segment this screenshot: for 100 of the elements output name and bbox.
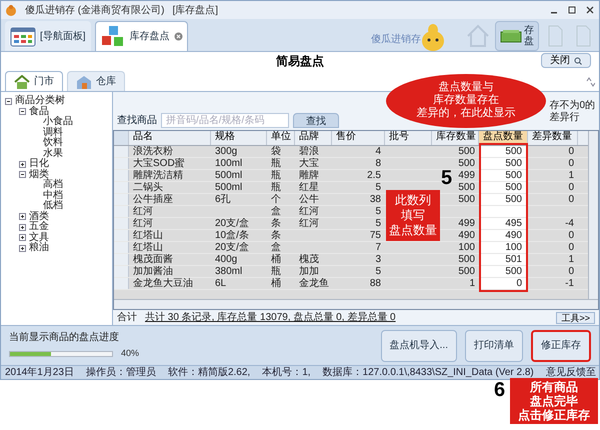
collapse-icon[interactable] xyxy=(19,108,26,116)
table-cell: 瓶 xyxy=(271,158,281,169)
close-tab-icon[interactable] xyxy=(174,32,183,41)
store-tab[interactable]: 门市 xyxy=(5,71,63,91)
column-header[interactable]: 盘点数量 xyxy=(479,130,528,145)
tree-item[interactable]: 高档 xyxy=(43,180,63,190)
action-button[interactable]: 修正库存 xyxy=(531,330,591,362)
step-number: 5 xyxy=(441,168,452,188)
step-number: 6 xyxy=(494,380,506,400)
tree-item[interactable]: 水果 xyxy=(43,148,63,159)
totals-summary: 共计 30 条记录, 库存总量 13079, 盘点总量 0, 差异总量 0 xyxy=(145,310,396,325)
table-cell: 雕牌 xyxy=(299,170,319,181)
table-cell: 瓶 xyxy=(271,182,281,193)
table-cell: 100ml xyxy=(215,158,242,169)
table-cell: 红河 xyxy=(133,218,153,229)
table-cell: 5 xyxy=(375,206,381,217)
table-cell: 7 xyxy=(375,242,381,253)
table-cell: 500 xyxy=(458,146,475,157)
status-text: 2014年1月23日 xyxy=(5,366,74,378)
column-header[interactable]: 品牌 xyxy=(295,130,332,145)
dashboard-icon xyxy=(10,26,36,46)
tree-item[interactable]: 调料 xyxy=(43,128,63,138)
scroll-arrows-icon[interactable] xyxy=(585,77,595,87)
status-text: 意见反馈至 xyxy=(546,366,596,378)
table-cell: 380ml xyxy=(215,266,242,277)
tree-item[interactable]: 饮料 xyxy=(43,138,63,148)
table-cell: 0 xyxy=(568,194,574,205)
search-button[interactable]: 查找 xyxy=(293,112,339,128)
column-header[interactable]: 品名 xyxy=(129,130,211,145)
table-cell: 300g xyxy=(215,146,238,157)
table-cell: 499 xyxy=(458,218,475,229)
store-tab[interactable]: 仓库 xyxy=(67,71,125,91)
search-field[interactable]: 拼音码/品名/规格/条码 xyxy=(161,112,289,128)
tree-item[interactable]: 酒类 xyxy=(29,212,49,222)
table-cell: 8 xyxy=(375,158,381,169)
table-cell: -1 xyxy=(565,278,574,289)
tree-item[interactable]: 食品 xyxy=(29,106,49,117)
tree-item[interactable]: 商品分类树 xyxy=(15,96,65,106)
tree-item[interactable]: 低档 xyxy=(43,201,63,212)
expand-icon[interactable] xyxy=(19,234,26,242)
table-cell: 公牛 xyxy=(299,194,319,205)
page-title: 简易盘点 xyxy=(276,52,324,70)
table-cell: 500ml xyxy=(215,182,242,193)
table-cell: 桶 xyxy=(271,254,281,265)
annotation-box: 所有商品 盘点完毕 点击修正库存 xyxy=(510,378,598,424)
close-button[interactable]: 关闭 xyxy=(541,53,591,68)
cubes-icon xyxy=(100,24,126,48)
table-cell: 38 xyxy=(370,194,381,205)
tree-item[interactable]: 烟类 xyxy=(29,170,49,180)
progress-reading: 40% xyxy=(121,347,140,360)
status-text: 数据库：127.0.0.1\,8433\SZ_INI_Data (Ver 2.8) xyxy=(322,366,534,378)
table-cell: 3 xyxy=(375,254,381,265)
table-cell: 400g xyxy=(215,254,238,265)
collapse-icon[interactable] xyxy=(19,171,26,178)
table-cell: 1 xyxy=(469,278,475,289)
table-cell: 条 xyxy=(271,218,281,229)
table-cell: 5 xyxy=(375,218,381,229)
table-cell: 75 xyxy=(370,230,381,241)
tree-item[interactable]: 日化 xyxy=(29,159,49,170)
expand-icon[interactable] xyxy=(19,213,26,220)
table-cell: 红星 xyxy=(299,182,319,193)
column-header[interactable]: 规格 xyxy=(211,130,267,145)
table-cell: 490 xyxy=(458,230,475,241)
expand-icon[interactable] xyxy=(19,244,26,252)
column-header[interactable]: 售价 xyxy=(332,130,385,145)
horizontal-scrollbar[interactable] xyxy=(114,299,598,309)
document-tab[interactable]: [导航面板] xyxy=(5,21,91,51)
action-button[interactable]: 盘点机导入... xyxy=(380,330,457,362)
tree-item[interactable]: 五金 xyxy=(29,222,49,232)
expand-icon[interactable] xyxy=(19,224,26,231)
action-button[interactable]: 打印清单 xyxy=(465,330,523,362)
corner-cell xyxy=(114,130,129,145)
table-cell: 红河 xyxy=(299,206,319,217)
table-cell: 1 xyxy=(568,254,574,265)
table-cell: 500 xyxy=(458,158,475,169)
column-header[interactable]: 单位 xyxy=(267,130,295,145)
tools-button[interactable]: 工具>> xyxy=(556,312,595,324)
document-title: [库存盘点] xyxy=(172,4,218,18)
table-cell: 红塔山 xyxy=(133,230,163,241)
column-header[interactable]: 差异数量 xyxy=(528,130,578,145)
mascot-drawing xyxy=(421,23,445,51)
tree-item[interactable]: 中档 xyxy=(43,190,63,201)
collapse-icon[interactable] xyxy=(5,98,12,105)
tree-item[interactable]: 文具 xyxy=(29,232,49,243)
toolbar-button[interactable]: 存盘 xyxy=(495,21,539,51)
vertical-scrollbar[interactable] xyxy=(588,130,598,299)
tree-item[interactable]: 粮油 xyxy=(29,243,49,254)
table-cell: 6L xyxy=(215,278,226,289)
maximize-icon[interactable] xyxy=(567,5,577,15)
expand-icon[interactable] xyxy=(19,160,26,168)
table-cell: 加加 xyxy=(299,266,319,277)
column-header[interactable]: 批号 xyxy=(385,130,432,145)
close-icon[interactable] xyxy=(585,5,595,15)
tree-item[interactable]: 小食品 xyxy=(43,117,73,128)
table-cell: 500 xyxy=(458,266,475,277)
table-cell: 0 xyxy=(568,158,574,169)
document-tab[interactable]: 库存盘点 xyxy=(94,21,188,51)
table-cell: 槐茂 xyxy=(299,254,319,265)
document-icon xyxy=(575,25,591,47)
table-cell: 499 xyxy=(458,170,475,181)
